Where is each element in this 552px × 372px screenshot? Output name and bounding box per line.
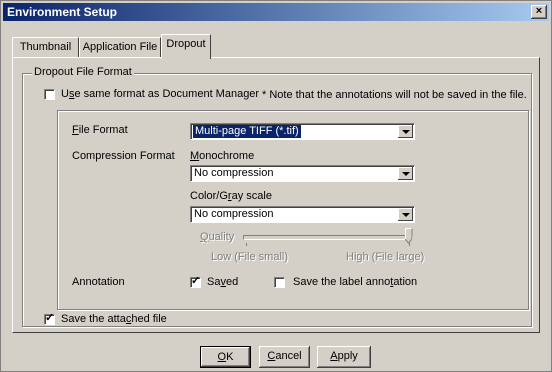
tab-dropout[interactable]: Dropout <box>161 34 211 59</box>
color-gray-select[interactable]: No compression <box>190 206 415 223</box>
quality-tick-min <box>246 243 247 246</box>
saved-label[interactable]: Saved <box>207 276 238 288</box>
monochrome-value: No compression <box>194 167 274 179</box>
monochrome-label: Monochrome <box>190 150 255 162</box>
tab-dropout-label: Dropout <box>166 38 206 50</box>
file-format-value: Multi-page TIFF (*.tif) <box>193 125 301 138</box>
save-attached-label[interactable]: Save the attached file <box>61 313 167 325</box>
file-format-label: File Format <box>72 124 128 136</box>
quality-slider-track[interactable] <box>243 235 413 240</box>
annotation-label: Annotation <box>72 276 125 288</box>
file-format-select[interactable]: Multi-page TIFF (*.tif) <box>190 123 415 140</box>
apply-button[interactable]: Apply <box>317 346 371 368</box>
annotation-note: * Note that the annotations will not be … <box>262 89 527 101</box>
quality-tick-max <box>409 243 410 246</box>
monochrome-select[interactable]: No compression <box>190 165 415 182</box>
saved-checkbox[interactable]: ✓ <box>190 275 201 288</box>
check-icon: ✓ <box>45 312 55 324</box>
color-gray-label: Color/Gray scale <box>190 190 272 202</box>
check-icon: ✓ <box>191 275 201 287</box>
cancel-button[interactable]: Cancel <box>259 346 310 368</box>
quality-low-label: Low (File small) <box>211 251 289 263</box>
tab-thumbnail[interactable]: Thumbnail <box>12 37 79 57</box>
compression-format-label: Compression Format <box>72 150 175 162</box>
close-button[interactable]: × <box>531 5 547 19</box>
save-label-annotation-label[interactable]: Save the label annotation <box>293 276 417 288</box>
use-same-format-label[interactable]: Use same format as Document Manager <box>61 88 259 100</box>
use-same-format-checkbox[interactable] <box>44 89 55 100</box>
chevron-down-icon[interactable] <box>398 167 413 180</box>
quality-label: Quality <box>200 231 235 243</box>
title-bar[interactable]: Environment Setup × <box>3 3 549 21</box>
tab-application-file[interactable]: Application File <box>79 37 161 57</box>
save-label-annotation-checkbox[interactable] <box>274 277 285 288</box>
tab-application-file-label: Application File <box>82 41 158 53</box>
quality-high-label: High (File large) <box>346 251 425 263</box>
chevron-down-icon[interactable] <box>398 208 413 221</box>
color-gray-value: No compression <box>194 208 274 220</box>
ok-button[interactable]: OK <box>200 346 251 368</box>
chevron-down-icon[interactable] <box>398 125 413 138</box>
save-attached-checkbox[interactable]: ✓ <box>44 312 55 325</box>
window-title: Environment Setup <box>7 5 118 19</box>
tab-thumbnail-label: Thumbnail <box>19 41 72 53</box>
group-label: Dropout File Format <box>32 66 134 78</box>
quality-slider-thumb[interactable] <box>405 228 413 244</box>
